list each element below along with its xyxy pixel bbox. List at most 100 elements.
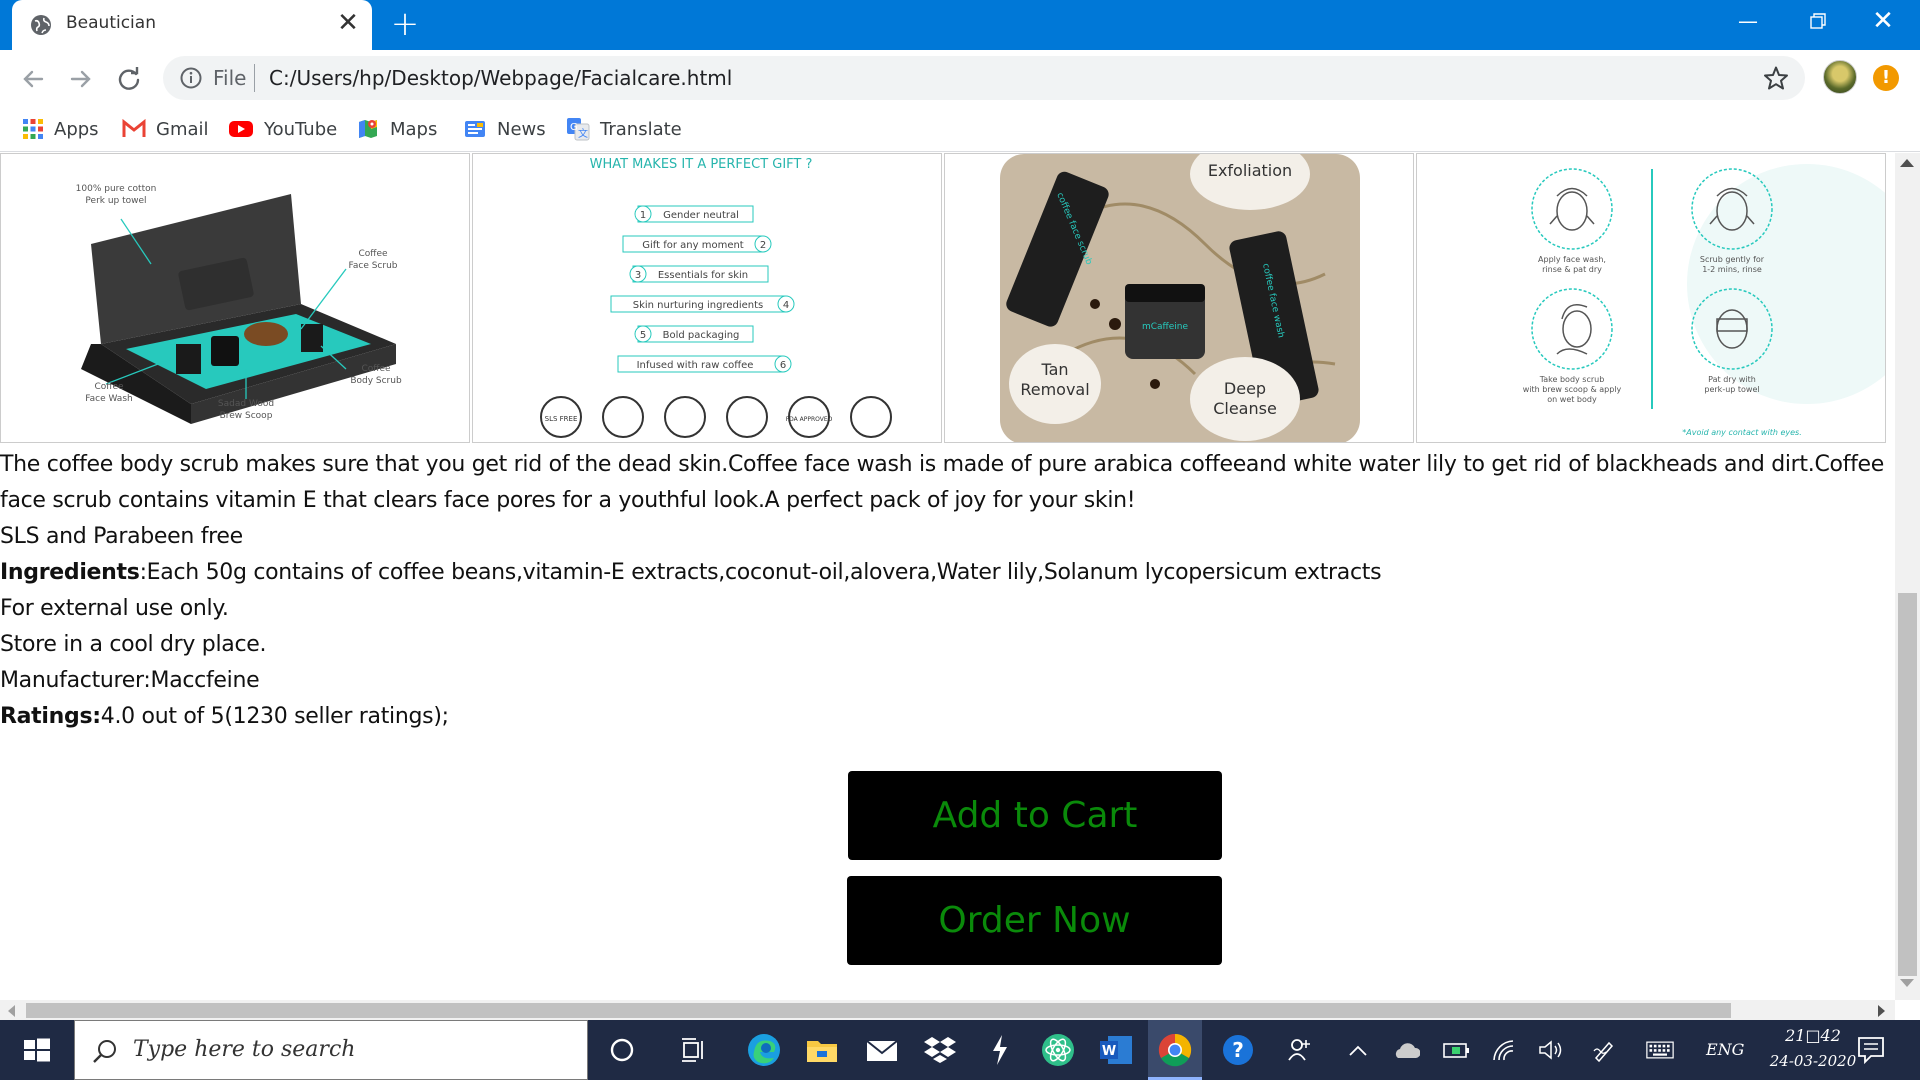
gallery-label: Body Scrub xyxy=(350,376,402,386)
tray-chevron-up-icon[interactable] xyxy=(1344,1036,1372,1064)
bookmark-youtube[interactable]: YouTube xyxy=(228,112,337,146)
horizontal-scrollbar[interactable] xyxy=(0,1000,1895,1020)
bookmark-gmail[interactable]: Gmail xyxy=(122,112,209,146)
gift-box-image[interactable]: 100% pure cotton Perk up towel Coffee Fa… xyxy=(0,153,470,443)
gallery-label: Sadad Wood xyxy=(218,399,274,409)
ingredients-line: Ingredients:Each 50g contains of coffee … xyxy=(0,555,1895,591)
scroll-down-icon[interactable] xyxy=(1900,979,1914,987)
battery-icon[interactable] xyxy=(1442,1036,1470,1064)
product-photo-image[interactable]: mCaffeine coffee face scrub coffee face … xyxy=(944,153,1414,443)
sls-free-badge: SLS FREE xyxy=(545,415,578,423)
svg-text:?: ? xyxy=(1232,1038,1244,1062)
usage-steps-infographic: Apply face wash, rinse & pat dry Scrub g… xyxy=(1523,164,1885,437)
step-text: rinse & pat dry xyxy=(1542,265,1602,274)
eye-warning: *Avoid any contact with eyes. xyxy=(1682,428,1801,437)
edge-icon[interactable] xyxy=(742,1028,786,1072)
people-icon[interactable] xyxy=(1278,1028,1322,1072)
address-bar[interactable]: File C:/Users/hp/Desktop/Webpage/Facialc… xyxy=(163,56,1805,100)
taskbar-search-box[interactable]: Type here to search xyxy=(74,1020,588,1080)
browser-tab[interactable]: Beautician ✕ xyxy=(12,0,372,50)
vertical-scrollbar[interactable] xyxy=(1895,153,1920,1000)
bookmark-translate[interactable]: G 文 Translate xyxy=(566,112,682,146)
url-scheme-label: File xyxy=(213,66,247,90)
notifications-icon[interactable] xyxy=(1856,1034,1886,1066)
task-view-icon[interactable] xyxy=(672,1028,716,1072)
reload-icon[interactable] xyxy=(114,64,144,94)
svg-text:文: 文 xyxy=(578,127,588,140)
info-icon[interactable] xyxy=(179,66,203,90)
feature-number: 1 xyxy=(640,210,646,221)
keyboard-icon[interactable] xyxy=(1646,1036,1674,1064)
product-image-gallery: 100% pure cotton Perk up towel Coffee Fa… xyxy=(0,153,1890,443)
order-now-button[interactable]: Order Now xyxy=(847,876,1222,965)
svg-text:W: W xyxy=(1102,1044,1116,1059)
add-to-cart-button[interactable]: Add to Cart xyxy=(848,771,1222,860)
gallery-label: 100% pure cotton xyxy=(76,184,157,194)
step-text: Apply face wash, xyxy=(1538,255,1606,264)
new-tab-button[interactable]: + xyxy=(390,7,420,41)
vertical-scroll-thumb[interactable] xyxy=(1898,593,1917,976)
scroll-up-icon[interactable] xyxy=(1900,159,1914,167)
gallery-label: Brew Scoop xyxy=(220,411,273,421)
ingredients-value: :Each 50g contains of coffee beans,vitam… xyxy=(139,560,1382,585)
word-icon[interactable]: W xyxy=(1094,1028,1138,1072)
forward-icon[interactable] xyxy=(66,64,96,94)
mail-icon[interactable] xyxy=(860,1028,904,1072)
back-icon[interactable] xyxy=(18,64,48,94)
bookmark-label: Translate xyxy=(600,118,682,140)
usage-steps-image[interactable]: Apply face wash, rinse & pat dry Scrub g… xyxy=(1416,153,1886,443)
url-text[interactable]: C:/Users/hp/Desktop/Webpage/Facialcare.h… xyxy=(269,66,732,90)
ratings-value: 4.0 out of 5(1230 seller ratings); xyxy=(100,704,449,729)
feature-number: 5 xyxy=(640,330,646,341)
product-photo: mCaffeine coffee face scrub coffee face … xyxy=(1000,154,1360,442)
cortana-icon[interactable] xyxy=(600,1028,644,1072)
svg-text:G: G xyxy=(570,122,578,133)
clock-date[interactable]: 24-03-2020 xyxy=(1754,1052,1872,1070)
bookmark-label: Apps xyxy=(54,118,99,140)
help-icon[interactable]: ? xyxy=(1216,1028,1260,1072)
search-placeholder: Type here to search xyxy=(133,1037,356,1062)
bookmark-maps[interactable]: Maps xyxy=(356,112,437,146)
step-text: 1-2 mins, rinse xyxy=(1702,265,1762,274)
feature-number: 3 xyxy=(635,270,641,281)
jar-label: mCaffeine xyxy=(1142,322,1189,332)
photo-callout: Tan xyxy=(1040,360,1068,379)
description-paragraph: The coffee body scrub makes sure that yo… xyxy=(0,452,1885,513)
tab-title: Beautician xyxy=(66,13,156,33)
atom-icon[interactable] xyxy=(1036,1028,1080,1072)
perfect-gift-image[interactable]: WHAT MAKES IT A PERFECT GIFT ? 1 Gender … xyxy=(472,153,942,443)
app-bolt-icon[interactable] xyxy=(978,1028,1022,1072)
onedrive-icon[interactable] xyxy=(1392,1036,1420,1064)
update-alert-icon[interactable]: ! xyxy=(1873,65,1899,91)
scroll-left-icon[interactable] xyxy=(8,1005,15,1017)
minimize-icon[interactable]: — xyxy=(1720,0,1776,42)
wifi-icon[interactable] xyxy=(1490,1036,1518,1064)
restore-icon[interactable] xyxy=(1790,0,1846,42)
bookmark-apps[interactable]: Apps xyxy=(22,112,99,146)
horizontal-scroll-thumb[interactable] xyxy=(26,1003,1731,1018)
window-close-icon[interactable]: ✕ xyxy=(1855,0,1911,42)
step-text: perk-up towel xyxy=(1704,385,1759,394)
chrome-taskbar-active[interactable] xyxy=(1148,1020,1202,1080)
windows-start-icon[interactable] xyxy=(0,1020,72,1080)
volume-icon[interactable] xyxy=(1538,1036,1566,1064)
pen-icon[interactable] xyxy=(1590,1036,1618,1064)
bookmark-news[interactable]: News xyxy=(463,112,546,146)
tab-close-icon[interactable]: ✕ xyxy=(336,10,360,36)
profile-avatar[interactable] xyxy=(1823,60,1857,94)
news-icon xyxy=(465,121,485,137)
file-explorer-icon[interactable] xyxy=(800,1028,844,1072)
dropbox-icon[interactable] xyxy=(918,1028,962,1072)
bookmark-star-icon[interactable] xyxy=(1763,65,1789,91)
feature-text: Essentials for skin xyxy=(658,270,748,281)
clock-time[interactable]: 21□42 xyxy=(1768,1026,1858,1045)
feature-text: Infused with raw coffee xyxy=(637,360,754,371)
page-viewport: 100% pure cotton Perk up towel Coffee Fa… xyxy=(0,153,1895,1000)
maps-icon xyxy=(359,120,377,138)
ingredients-label: Ingredients xyxy=(0,560,140,585)
bookmark-label: Gmail xyxy=(156,118,209,140)
language-indicator[interactable]: ENG xyxy=(1706,1040,1744,1059)
translate-icon: G 文 xyxy=(567,118,590,141)
scroll-right-icon[interactable] xyxy=(1878,1005,1885,1017)
gift-heading: WHAT MAKES IT A PERFECT GIFT ? xyxy=(590,157,813,172)
